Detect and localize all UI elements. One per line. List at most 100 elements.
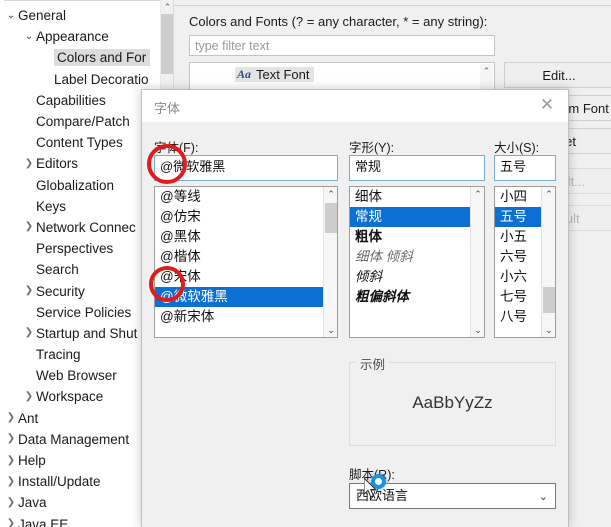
sidebar-item-label: Java bbox=[18, 495, 47, 511]
sidebar-item-globalization[interactable]: Globalization bbox=[0, 175, 160, 196]
chevron-right-icon[interactable]: ❯ bbox=[22, 158, 36, 169]
scroll-down-icon[interactable]: ⌄ bbox=[471, 323, 484, 337]
scroll-up-icon[interactable]: ⌃ bbox=[471, 187, 484, 201]
filter-input[interactable]: type filter text bbox=[189, 35, 495, 56]
sidebar-item-capabilities[interactable]: Capabilities bbox=[0, 90, 160, 111]
scroll-up-icon[interactable]: ⌃ bbox=[480, 65, 493, 78]
chevron-right-icon[interactable]: ❯ bbox=[4, 497, 18, 508]
font-size-list-item[interactable]: 小六 bbox=[495, 267, 541, 287]
mouse-cursor-icon bbox=[364, 478, 377, 498]
font-size-list-item[interactable]: 五号 bbox=[495, 207, 541, 227]
dialog-titlebar[interactable]: 字体 ✕ bbox=[142, 90, 568, 122]
sidebar-item-label: Network Connec bbox=[36, 219, 136, 235]
sidebar-item-label: Perspectives bbox=[36, 241, 114, 257]
scrollbar-thumb[interactable] bbox=[543, 287, 555, 313]
chevron-down-icon[interactable]: ⌄ bbox=[22, 31, 36, 42]
chevron-down-icon[interactable]: ⌄ bbox=[4, 10, 18, 21]
font-size-list-item[interactable]: 七号 bbox=[495, 287, 541, 307]
close-icon[interactable]: ✕ bbox=[526, 90, 568, 120]
sidebar-item-ant[interactable]: ❯ Ant bbox=[0, 408, 160, 429]
sidebar-item-service-policies[interactable]: Service Policies bbox=[0, 302, 160, 323]
tree-item-text-font[interactable]: Aa Text Font bbox=[235, 67, 315, 82]
edit-button[interactable]: Edit... bbox=[504, 62, 611, 88]
font-style-list-item[interactable]: 粗偏斜体 bbox=[350, 287, 470, 307]
font-style-input[interactable]: 常规 bbox=[349, 155, 485, 181]
chevron-right-icon[interactable]: ❯ bbox=[22, 328, 36, 338]
scrollbar-thumb[interactable] bbox=[325, 203, 337, 233]
sidebar-item-data-management[interactable]: ❯ Data Management bbox=[0, 429, 160, 450]
sample-text: AaBbYyZz bbox=[412, 393, 493, 412]
scroll-down-icon[interactable]: ⌄ bbox=[542, 323, 555, 337]
font-list[interactable]: @等线 @仿宋 @黑体 @楷体 @宋体 @微软雅黑 @新宋体 ⌃ ⌄ bbox=[154, 186, 338, 338]
font-style-list-item[interactable]: 粗体 bbox=[350, 227, 470, 247]
font-size-list-item[interactable]: 六号 bbox=[495, 247, 541, 267]
sidebar-item-keys[interactable]: Keys bbox=[0, 196, 160, 217]
chevron-right-icon[interactable]: ❯ bbox=[22, 222, 36, 232]
size-list-scrollbar[interactable]: ⌃ ⌄ bbox=[541, 187, 555, 337]
font-size-list-item[interactable]: 小五 bbox=[495, 227, 541, 247]
sidebar-item-general[interactable]: ⌄ General bbox=[0, 5, 160, 26]
font-size-input[interactable]: 五号 bbox=[494, 155, 556, 181]
font-dialog: 字体 ✕ 字体(F): @微软雅黑 @等线 @仿宋 @黑体 @楷体 @宋体 @微软雅黑 @新… bbox=[141, 89, 569, 527]
sidebar-item-label: Install/Update bbox=[18, 474, 101, 490]
preferences-tree[interactable]: ⌄ General ⌄ Appearance Colors and For Label D… bbox=[0, 5, 160, 527]
sidebar-item-colors-and-for[interactable]: Colors and For bbox=[0, 47, 160, 68]
font-style-list-item[interactable]: 细体 倾斜 bbox=[350, 247, 470, 267]
style-list-scrollbar[interactable]: ⌃ ⌄ bbox=[470, 187, 484, 337]
font-size-list[interactable]: 小四 五号 小五 六号 小六 七号 八号 ⌃ ⌄ bbox=[494, 186, 556, 338]
chevron-right-icon[interactable]: ❯ bbox=[22, 286, 36, 296]
sidebar-item-install-update[interactable]: ❯ Install/Update bbox=[0, 471, 160, 492]
sidebar-item-web-browser[interactable]: Web Browser bbox=[0, 365, 160, 386]
scroll-up-icon[interactable]: ⌃ bbox=[324, 187, 337, 201]
sidebar-item-workspace[interactable]: ❯ Workspace bbox=[0, 386, 160, 407]
font-size-list-item[interactable]: 小四 bbox=[495, 187, 541, 207]
font-style-list-item[interactable]: 细体 bbox=[350, 187, 470, 207]
chevron-right-icon[interactable]: ❯ bbox=[22, 391, 36, 402]
size-label: 大小(S): bbox=[494, 141, 540, 155]
sidebar-item-search[interactable]: Search bbox=[0, 259, 160, 280]
font-list-item[interactable]: @宋体 bbox=[155, 267, 323, 287]
sidebar-item-java-ee[interactable]: ❯ Java EE bbox=[0, 514, 160, 527]
font-name-input[interactable]: @微软雅黑 bbox=[154, 155, 338, 181]
font-style-list[interactable]: 细体 常规 粗体 细体 倾斜 倾斜 粗偏斜体 ⌃ ⌄ bbox=[349, 186, 485, 338]
chevron-right-icon[interactable]: ❯ bbox=[4, 434, 18, 444]
font-list-item[interactable]: @微软雅黑 bbox=[155, 287, 323, 307]
sidebar-item-label: Service Policies bbox=[36, 304, 132, 320]
sidebar-item-compare-patch[interactable]: Compare/Patch bbox=[0, 111, 160, 132]
sidebar-item-label: Content Types bbox=[36, 135, 123, 151]
chevron-down-icon[interactable]: ⌄ bbox=[539, 488, 548, 506]
sidebar-item-label-decoratio[interactable]: Label Decoratio bbox=[0, 69, 160, 90]
chevron-right-icon[interactable]: ❯ bbox=[4, 519, 18, 527]
sidebar-item-tracing[interactable]: Tracing bbox=[0, 344, 160, 365]
sidebar-item-security[interactable]: ❯ Security bbox=[0, 280, 160, 301]
sidebar-item-perspectives[interactable]: Perspectives bbox=[0, 238, 160, 259]
sidebar-item-network-connec[interactable]: ❯ Network Connec bbox=[0, 217, 160, 238]
sidebar-item-label: Compare/Patch bbox=[36, 114, 130, 130]
sidebar-item-java[interactable]: ❯ Java bbox=[0, 492, 160, 513]
sidebar-item-label: Capabilities bbox=[36, 92, 106, 108]
sidebar-item-content-types[interactable]: Content Types bbox=[0, 132, 160, 153]
font-list-item[interactable]: @仿宋 bbox=[155, 207, 323, 227]
chevron-right-icon[interactable]: ❯ bbox=[4, 455, 18, 466]
dialog-body: 字体(F): @微软雅黑 @等线 @仿宋 @黑体 @楷体 @宋体 @微软雅黑 @新宋体 ⌃ … bbox=[142, 122, 568, 527]
font-list-scrollbar[interactable]: ⌃ ⌄ bbox=[323, 187, 337, 337]
font-list-item[interactable]: @等线 bbox=[155, 187, 323, 207]
dialog-title: 字体 bbox=[154, 101, 181, 116]
chevron-right-icon[interactable]: ❯ bbox=[4, 476, 18, 487]
font-list-item[interactable]: @黑体 bbox=[155, 227, 323, 247]
screen: ⌄ General ⌄ Appearance Colors and For Label D… bbox=[0, 0, 611, 527]
sidebar-item-editors[interactable]: ❯ Editors bbox=[0, 153, 160, 174]
scroll-down-icon[interactable]: ⌄ bbox=[324, 323, 337, 337]
font-list-item[interactable]: @楷体 bbox=[155, 247, 323, 267]
font-style-list-item[interactable]: 倾斜 bbox=[350, 267, 470, 287]
font-style-list-item[interactable]: 常规 bbox=[350, 207, 470, 227]
font-list-item[interactable]: @新宋体 bbox=[155, 307, 323, 327]
sidebar-item-startup-and-shut[interactable]: ❯ Startup and Shut bbox=[0, 323, 160, 344]
scroll-up-icon[interactable]: ⌃ bbox=[542, 187, 555, 201]
sidebar-item-help[interactable]: ❯ Help bbox=[0, 450, 160, 471]
sample-groupbox: AaBbYyZz bbox=[349, 362, 556, 446]
font-size-list-item[interactable]: 八号 bbox=[495, 307, 541, 327]
sidebar-item-label: Workspace bbox=[36, 389, 104, 405]
chevron-right-icon[interactable]: ❯ bbox=[4, 413, 18, 423]
sidebar-item-appearance[interactable]: ⌄ Appearance bbox=[0, 26, 160, 47]
